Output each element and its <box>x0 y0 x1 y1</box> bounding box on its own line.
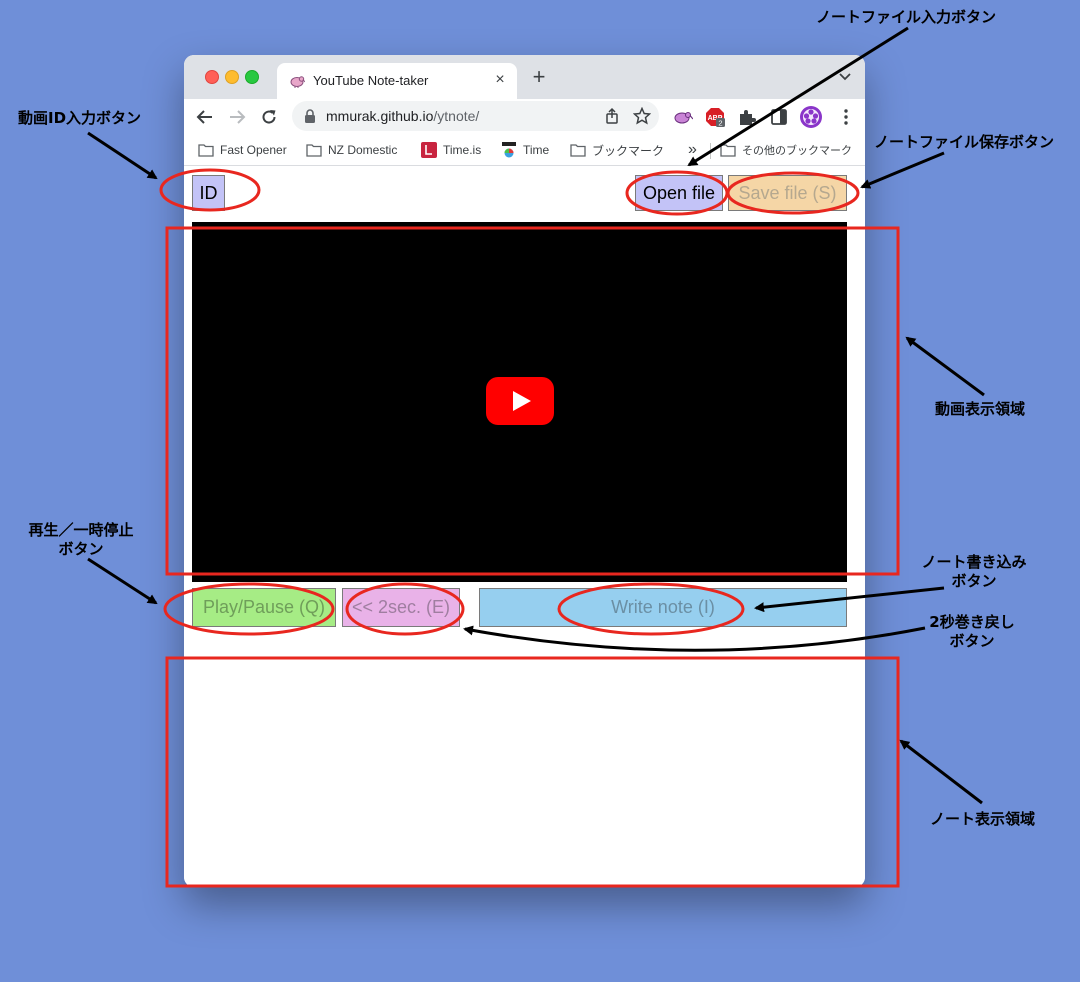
profile-avatar-icon[interactable] <box>799 105 823 129</box>
arrow-id <box>87 131 158 180</box>
folder-icon <box>720 144 736 157</box>
url-text[interactable]: mmurak.github.io/ytnote/ <box>326 108 479 124</box>
play-pause-button[interactable]: Play/Pause (Q) <box>192 588 336 627</box>
label-write-note: ノート書き込み ボタン <box>921 553 1027 590</box>
youtube-play-icon[interactable] <box>486 377 554 425</box>
back-arrow-icon[interactable] <box>196 108 214 126</box>
video-player[interactable] <box>192 222 847 582</box>
time-is-icon <box>421 142 437 158</box>
bookmarks-divider <box>710 143 711 159</box>
arrow-play-pause <box>87 557 158 605</box>
close-window-button[interactable] <box>205 70 219 84</box>
write-note-button[interactable]: Write note (I) <box>479 588 847 627</box>
star-icon[interactable] <box>633 107 651 125</box>
bookmarks-overflow-button[interactable]: » <box>688 139 697 161</box>
close-tab-icon[interactable]: × <box>491 71 509 89</box>
browser-toolbar: mmurak.github.io/ytnote/ ABP 2 <box>184 99 865 135</box>
folder-icon <box>306 144 322 157</box>
lock-icon[interactable] <box>304 109 316 123</box>
open-file-button[interactable]: Open file <box>635 175 723 211</box>
label-note-file-save: ノートファイル保存ボタン <box>874 133 1055 151</box>
forward-arrow-icon[interactable] <box>228 108 246 126</box>
folder-icon <box>198 144 214 157</box>
notes-area[interactable] <box>192 644 847 884</box>
bookmark-folder-bookmarks[interactable]: ブックマーク <box>570 139 664 161</box>
label-play-pause: 再生／一時停止 ボタン <box>28 521 134 558</box>
tab-bar: YouTube Note-taker × + <box>184 55 865 99</box>
arrow-video-area <box>905 336 985 397</box>
kiwi-extension-icon[interactable] <box>673 107 693 127</box>
browser-window: YouTube Note-taker × + mmurak.github.io/… <box>184 55 865 887</box>
bookmark-nz-domestic[interactable]: NZ Domestic <box>306 139 397 161</box>
extensions-puzzle-icon[interactable] <box>737 107 757 127</box>
bookmark-time[interactable]: Time <box>501 139 549 161</box>
extension-badge: 2 <box>718 119 722 128</box>
kiwi-bird-icon <box>290 76 305 88</box>
zoom-window-button[interactable] <box>245 70 259 84</box>
arrow-save-file <box>860 151 945 189</box>
save-file-button[interactable]: Save file (S) <box>728 175 847 211</box>
minimize-window-button[interactable] <box>225 70 239 84</box>
address-bar[interactable]: mmurak.github.io/ytnote/ <box>292 101 659 131</box>
bookmarks-bar: Fast Opener NZ Domestic Time.is Time ブック… <box>184 135 865 166</box>
label-id-input: 動画ID入力ボタン <box>18 109 142 127</box>
other-bookmarks-folder[interactable]: その他のブックマーク <box>720 139 852 161</box>
browser-tab[interactable]: YouTube Note-taker × <box>277 63 517 99</box>
kebab-menu-icon[interactable] <box>836 107 856 127</box>
folder-icon <box>570 144 586 157</box>
reload-icon[interactable] <box>260 108 278 126</box>
bookmark-fast-opener[interactable]: Fast Opener <box>198 139 287 161</box>
adblock-icon[interactable]: ABP 2 <box>705 107 725 127</box>
label-video-area: 動画表示領域 <box>935 400 1026 418</box>
label-note-area: ノート表示領域 <box>930 810 1036 828</box>
tab-title: YouTube Note-taker <box>313 73 429 88</box>
time-icon <box>502 142 516 158</box>
video-id-button[interactable]: ID <box>192 175 225 211</box>
chevron-down-icon[interactable] <box>839 71 851 81</box>
label-rewind: 2秒巻き戻し ボタン <box>929 613 1015 650</box>
bookmark-time-is[interactable]: Time.is <box>421 139 481 161</box>
share-icon[interactable] <box>603 107 621 125</box>
page-content: ID Open file Save file (S) Play/Pause (Q… <box>184 166 865 887</box>
arrow-note-area <box>899 739 983 805</box>
label-note-file-input: ノートファイル入力ボタン <box>816 8 997 26</box>
new-tab-button[interactable]: + <box>529 66 549 88</box>
rewind-2sec-button[interactable]: << 2sec. (E) <box>342 588 460 627</box>
side-panel-icon[interactable] <box>769 107 789 127</box>
